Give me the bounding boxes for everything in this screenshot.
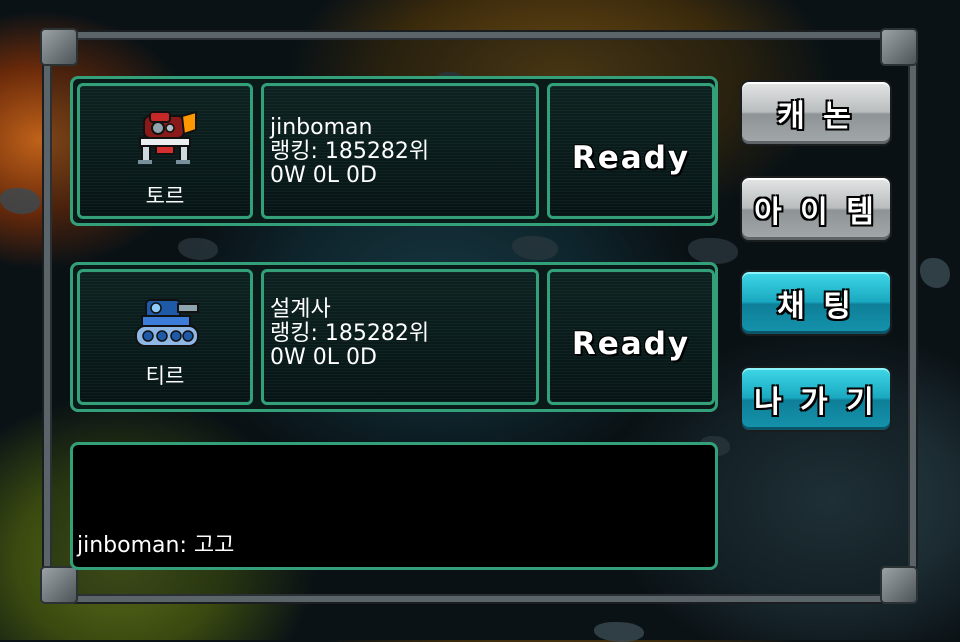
tank-cell[interactable]: 토르 — [77, 83, 253, 219]
tank-cell[interactable]: 티르 — [77, 269, 253, 405]
ready-cell: Ready — [547, 269, 715, 405]
orange-red-mech-tank-icon — [138, 110, 197, 164]
item-button[interactable]: 아 이 템 — [740, 176, 892, 242]
frame-corner — [880, 566, 918, 604]
cannon-button[interactable]: 캐 논 — [740, 80, 892, 146]
player-slot-1: 토르 jinboman 랭킹: 185282위 0W 0L 0D Ready — [70, 76, 718, 226]
ready-status: Ready — [571, 140, 691, 176]
player-slot-2: 티르 설계사 랭킹: 185282위 0W 0L 0D Ready — [70, 262, 718, 412]
tank-name: 토르 — [145, 184, 185, 208]
frame-corner — [40, 566, 78, 604]
player-username: 설계사 — [270, 297, 331, 322]
chat-message: jinboman: 고고 — [77, 533, 235, 558]
asteroid-decoration — [920, 258, 950, 288]
chat-log[interactable]: jinboman: 고고 — [70, 442, 718, 570]
player-rank: 랭킹: 185282위 — [270, 321, 430, 346]
player-record: 0W 0L 0D — [270, 163, 377, 188]
frame-corner — [40, 28, 78, 66]
blue-tread-tank-icon — [135, 299, 199, 347]
asteroid-decoration — [0, 188, 40, 214]
player-username: jinboman — [270, 115, 373, 140]
player-rank: 랭킹: 185282위 — [270, 139, 430, 164]
exit-button[interactable]: 나 가 기 — [740, 366, 892, 432]
player-info-cell: jinboman 랭킹: 185282위 0W 0L 0D — [261, 83, 539, 219]
ready-cell: Ready — [547, 83, 715, 219]
chat-button[interactable]: 채 팅 — [740, 270, 892, 336]
player-record: 0W 0L 0D — [270, 345, 377, 370]
tank-name: 티르 — [145, 364, 185, 388]
player-info-cell: 설계사 랭킹: 185282위 0W 0L 0D — [261, 269, 539, 405]
frame-corner — [880, 28, 918, 66]
ready-status: Ready — [571, 326, 691, 362]
asteroid-decoration — [594, 622, 644, 642]
